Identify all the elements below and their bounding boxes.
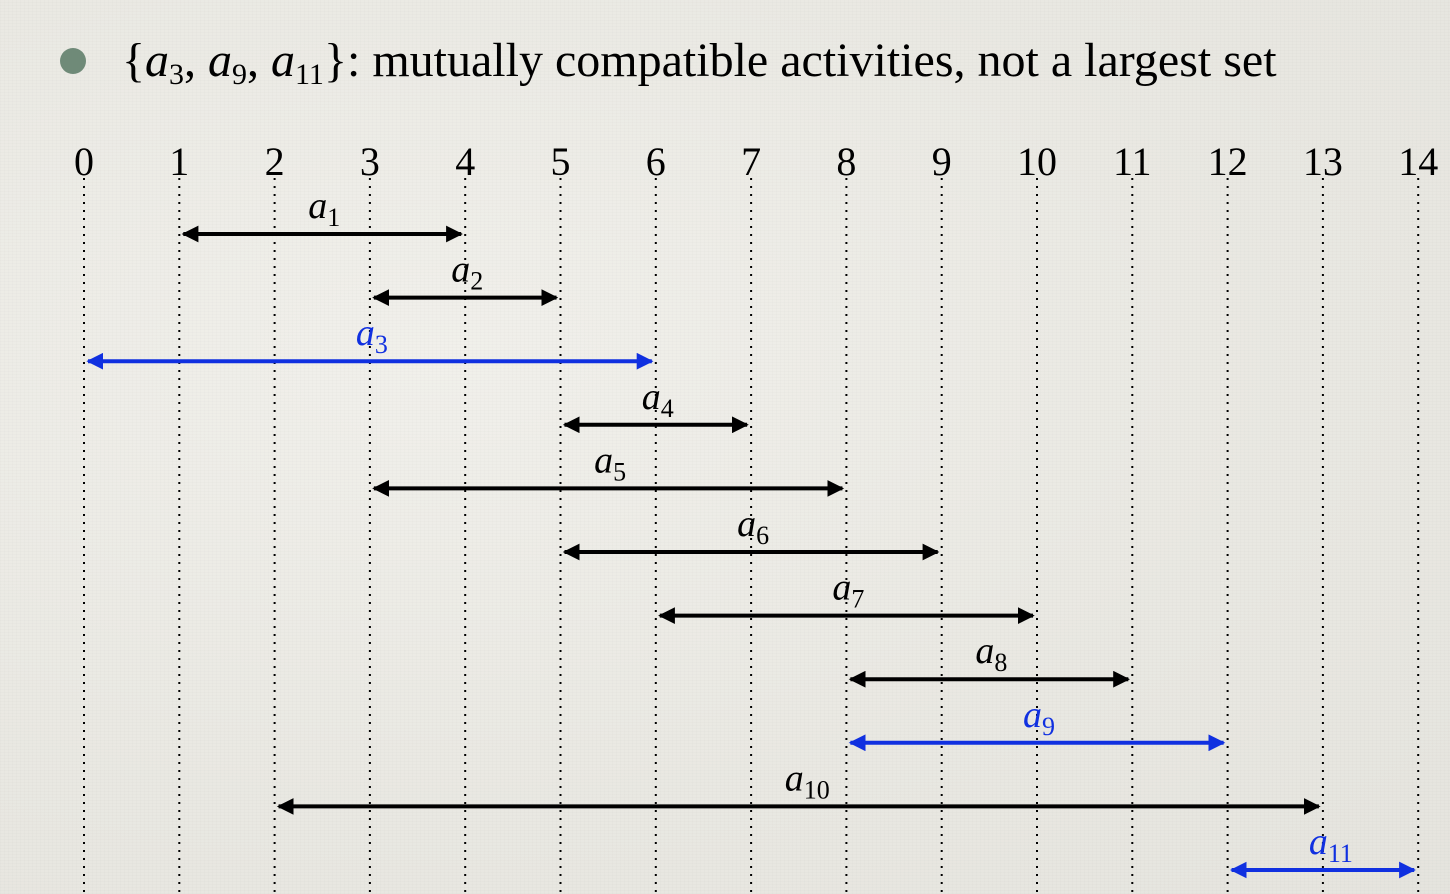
activity-label-7: a7: [832, 567, 864, 614]
tick-label-2: 2: [265, 139, 285, 184]
activity-label-10: a10: [785, 757, 830, 804]
tick-label-9: 9: [932, 139, 952, 184]
tick-label-14: 14: [1398, 139, 1438, 184]
tick-label-8: 8: [836, 139, 856, 184]
tick-label-3: 3: [360, 139, 380, 184]
tick-label-1: 1: [169, 139, 189, 184]
activity-label-1: a1: [308, 185, 340, 232]
tick-label-11: 11: [1113, 139, 1152, 184]
tick-label-4: 4: [455, 139, 475, 184]
tick-label-7: 7: [741, 139, 761, 184]
activity-label-8: a8: [975, 630, 1007, 677]
activity-label-3: a3: [356, 312, 388, 359]
activity-interval-diagram: 0 1 2 3 4 5 6 7 8 9 10 11 12 13 14 a1a2a3a4a5a6a7a8a9a…: [74, 139, 1438, 894]
activity-label-4: a4: [642, 376, 674, 423]
activity-label-2: a2: [451, 249, 483, 296]
activity-label-6: a6: [737, 503, 769, 550]
activities: a1 a2 a3 a4 a5 a6 a7 a8 a9 a10 a11: [86, 185, 1416, 879]
tick-label-6: 6: [646, 139, 666, 184]
activity-label-11: a11: [1309, 821, 1353, 868]
activity-label-9: a9: [1023, 694, 1055, 741]
tick-label-0: 0: [74, 139, 94, 184]
tick-label-5: 5: [551, 139, 571, 184]
slide-background: {a3, a9, a11}: mutually compatible activ…: [0, 0, 1450, 894]
tick-labels: 0 1 2 3 4 5 6 7 8 9 10 11 12 13 14: [74, 139, 1438, 184]
activity-label-5: a5: [594, 439, 626, 486]
tick-label-10: 10: [1017, 139, 1057, 184]
tick-label-13: 13: [1303, 139, 1343, 184]
tick-label-12: 12: [1208, 139, 1248, 184]
